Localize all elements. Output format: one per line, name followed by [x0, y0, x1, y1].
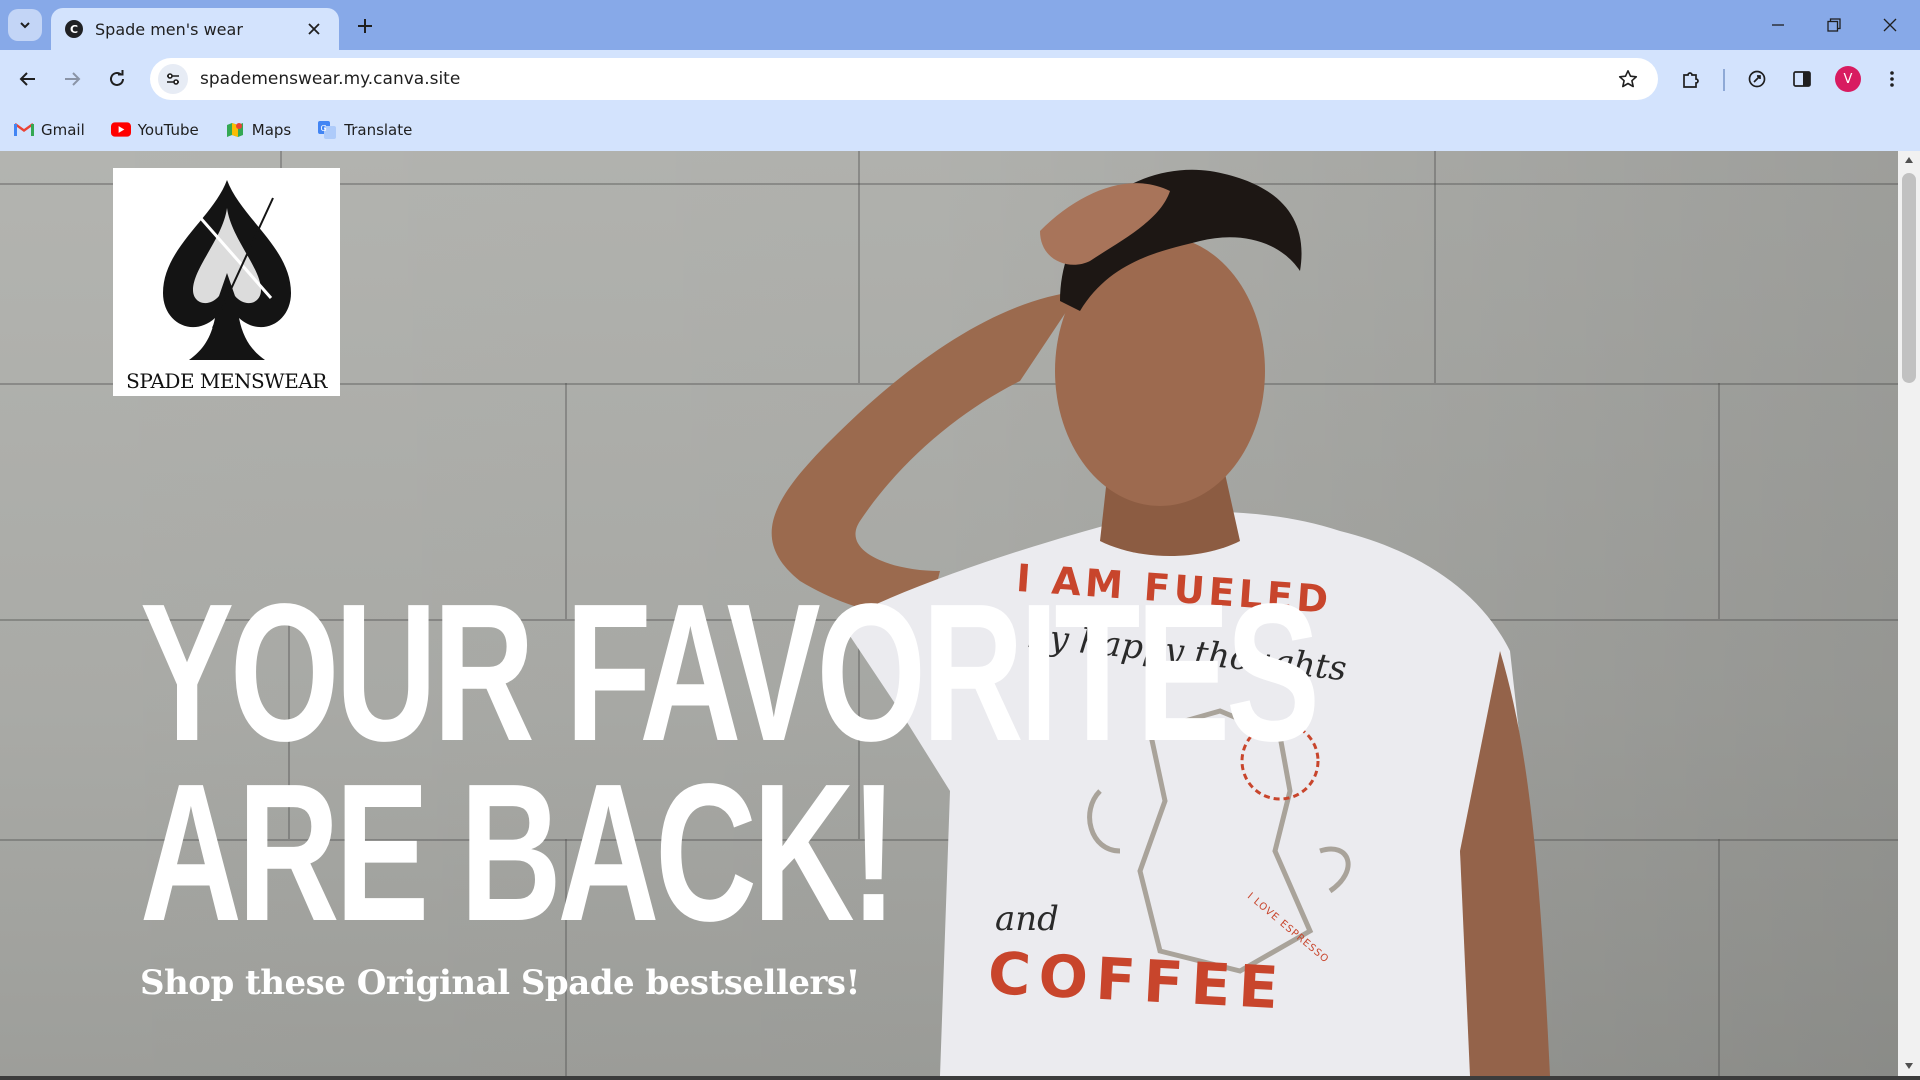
scroll-down-button[interactable]	[1904, 1061, 1914, 1071]
window-bottom-edge	[0, 1076, 1920, 1080]
minimize-icon	[1772, 24, 1784, 26]
hero-subheadline: Shop these Original Spade bestsellers!	[140, 963, 860, 1003]
more-vertical-icon	[1890, 71, 1894, 87]
hero-banner: I AM FUELED by happy thoughts I LOVE ESP…	[0, 151, 1898, 1076]
restore-button[interactable]	[1806, 0, 1862, 50]
bookmark-youtube[interactable]: YouTube	[110, 120, 199, 139]
browser-menu-button[interactable]	[1874, 61, 1910, 97]
puzzle-icon	[1683, 72, 1699, 88]
site-info-button[interactable]	[158, 64, 188, 94]
star-icon	[1618, 70, 1638, 88]
browser-toolbar: spademenswear.my.canva.site	[0, 50, 1920, 108]
toolbar-divider	[1723, 69, 1725, 91]
reload-icon	[110, 70, 124, 86]
logo-text: SPADE MENSWEAR	[126, 369, 327, 393]
wall-mortar-line	[1718, 839, 1720, 1076]
youtube-icon	[110, 122, 131, 138]
forward-button[interactable]	[54, 61, 90, 97]
browser-tab[interactable]: C Spade men's wear	[51, 8, 339, 50]
plus-icon	[358, 19, 372, 33]
bookmark-star-button[interactable]	[1610, 61, 1646, 97]
triangle-up-icon	[1905, 157, 1913, 163]
close-window-button[interactable]	[1862, 0, 1918, 50]
address-bar[interactable]: spademenswear.my.canva.site	[150, 58, 1658, 100]
minimize-button[interactable]	[1750, 0, 1806, 50]
triangle-down-icon	[1905, 1063, 1913, 1069]
translate-icon: G	[317, 120, 337, 139]
arrow-left-icon	[19, 72, 35, 86]
hero-headline-line1: YOUR FAVORITES	[140, 563, 1320, 782]
reload-button[interactable]	[99, 61, 135, 97]
bookmark-translate[interactable]: G Translate	[317, 120, 413, 139]
page-viewport: I AM FUELED by happy thoughts I LOVE ESP…	[0, 151, 1898, 1076]
speedometer-icon	[1748, 70, 1766, 88]
page-scrollbar[interactable]	[1898, 151, 1920, 1076]
chevron-down-icon	[20, 22, 30, 29]
tab-title: Spade men's wear	[95, 19, 243, 39]
close-icon	[308, 23, 320, 35]
bookmark-maps[interactable]: Maps	[225, 121, 291, 139]
profile-avatar[interactable]: V	[1835, 66, 1861, 92]
scrollbar-thumb[interactable]	[1902, 173, 1916, 383]
svg-text:G: G	[321, 124, 327, 133]
spade-icon	[163, 180, 291, 360]
bookmark-label: YouTube	[137, 120, 199, 139]
back-button[interactable]	[10, 61, 46, 97]
maps-icon	[225, 122, 245, 138]
tab-close-button[interactable]	[303, 18, 325, 40]
restore-icon	[1827, 18, 1841, 32]
arrow-right-icon	[65, 72, 81, 86]
gmail-icon	[14, 122, 34, 138]
bookmark-label: Gmail	[41, 120, 85, 139]
bookmark-label: Maps	[251, 120, 292, 139]
new-tab-button[interactable]	[350, 11, 380, 41]
side-panel-icon	[1793, 71, 1811, 87]
browser-titlebar: C Spade men's wear	[0, 0, 1920, 50]
bookmark-label: Translate	[344, 120, 413, 139]
tab-search-button[interactable]	[8, 9, 42, 41]
close-icon	[1883, 18, 1897, 32]
site-logo[interactable]: SPADE MENSWEAR	[113, 168, 340, 396]
side-panel-button[interactable]	[1784, 61, 1820, 97]
bookmark-gmail[interactable]: Gmail	[14, 121, 85, 139]
bookmarks-bar: Gmail YouTube Maps G Translate	[0, 108, 1920, 151]
hero-headline: YOUR FAVORITES ARE BACK!	[140, 563, 1320, 962]
wall-mortar-line	[1718, 383, 1720, 619]
scroll-up-button[interactable]	[1904, 155, 1914, 165]
performance-button[interactable]	[1739, 61, 1775, 97]
canva-favicon-icon: C	[65, 20, 83, 38]
extensions-button[interactable]	[1673, 61, 1709, 97]
hero-headline-line2: ARE BACK!	[140, 743, 897, 962]
tune-icon	[167, 73, 179, 85]
url-text[interactable]: spademenswear.my.canva.site	[200, 69, 1610, 89]
